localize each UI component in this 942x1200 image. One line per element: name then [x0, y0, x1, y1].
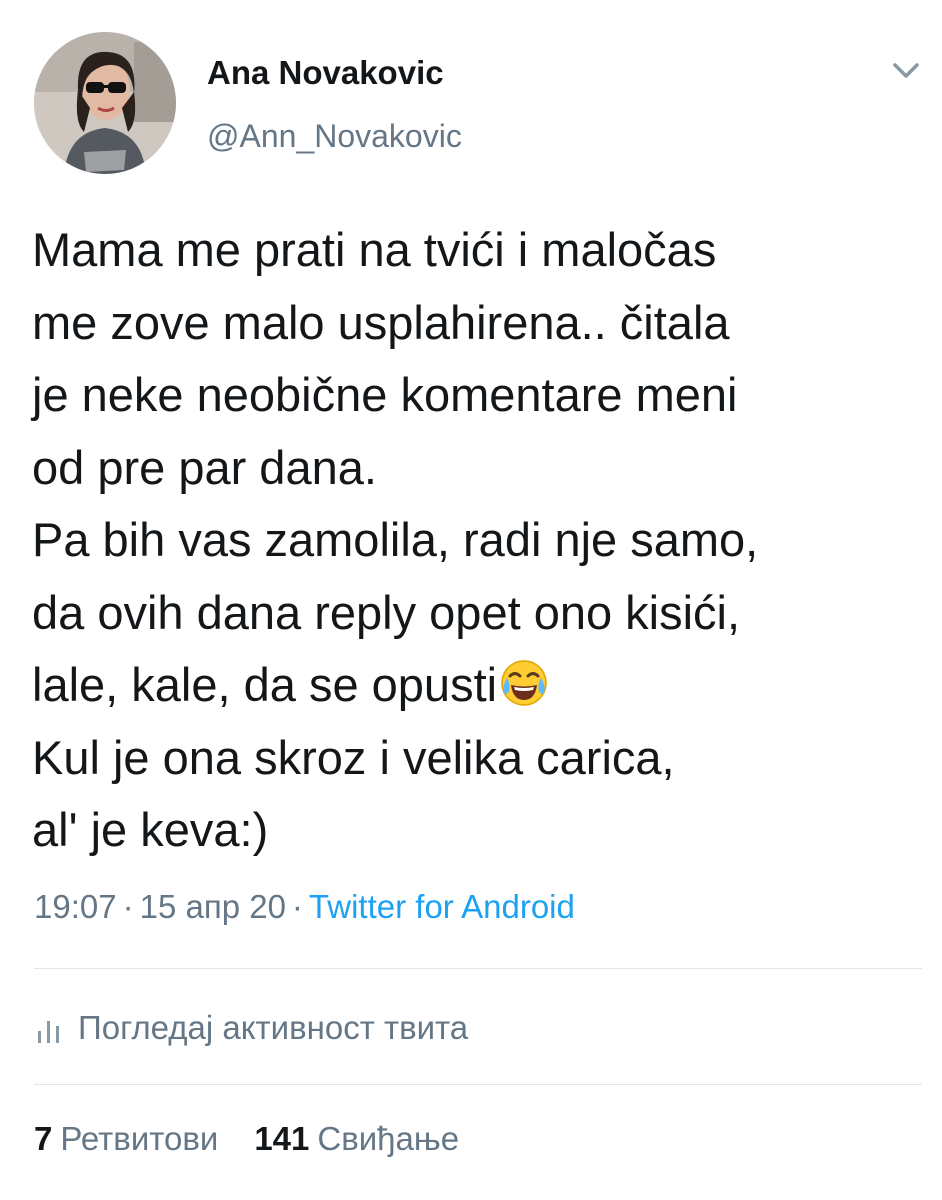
view-tweet-activity-label: Погледај активност твита [78, 1009, 469, 1046]
tweet-date: 15 апр 20 [139, 888, 286, 925]
divider [34, 968, 922, 969]
tweet-text: Mama me prati na tvići i maločas me zove… [32, 214, 922, 867]
user-handle[interactable]: @Ann_Novakovic [207, 118, 462, 155]
tweet-time: 19:07 [34, 888, 117, 925]
tweet-card: Ana Novakovic @Ann_Novakovic Mama me pra… [0, 0, 942, 1200]
tweet-text-line: da ovih dana reply opet ono kisići, [32, 585, 741, 639]
likes-label: Свиђање [317, 1120, 460, 1157]
face-with-tears-of-joy-icon [499, 656, 549, 706]
retweets-stat[interactable]: 7 Ретвитови [34, 1120, 218, 1157]
retweets-label: Ретвитови [60, 1120, 219, 1157]
view-tweet-activity-button[interactable]: Погледај активност твита [34, 1006, 468, 1050]
meta-separator: · [291, 888, 303, 925]
tweet-text-line: al' je keva:) [32, 803, 269, 856]
tweet-text-line: od pre par dana. [32, 440, 377, 494]
tweet-text-line-with-emoji: lale, kale, da se opusti [32, 649, 922, 722]
tweet-text-line: Kul je ona skroz i velika carica, [32, 730, 675, 784]
tweet-text-segment: lale, kale, da se opusti [32, 658, 498, 711]
display-name[interactable]: Ana Novakovic [207, 54, 444, 92]
divider [34, 1084, 922, 1085]
tweet-text-line: Pa bih vas zamolila, radi nje samo, [32, 513, 759, 566]
tweet-text-line: Mama me prati na tvići i maločas [32, 223, 717, 276]
tweet-text-line: me zove malo usplahirena.. čitala [32, 295, 730, 349]
retweets-count: 7 [34, 1120, 53, 1157]
likes-stat[interactable]: 141 Свиђање [254, 1120, 459, 1157]
tweet-stats: 7 Ретвитови 141 Свиђање [34, 1120, 459, 1158]
tweet-meta: 19:07 · 15 апр 20 · Twitter for Android [34, 888, 575, 926]
likes-count: 141 [254, 1120, 310, 1157]
chevron-down-icon[interactable] [888, 56, 924, 86]
tweet-source-link[interactable]: Twitter for Android [309, 888, 575, 925]
tweet-text-line: je neke neobične komentare meni [32, 368, 738, 421]
bar-chart-icon [38, 1021, 59, 1043]
avatar-photo-icon [34, 32, 176, 174]
avatar[interactable] [34, 32, 176, 174]
meta-separator: · [122, 888, 134, 925]
